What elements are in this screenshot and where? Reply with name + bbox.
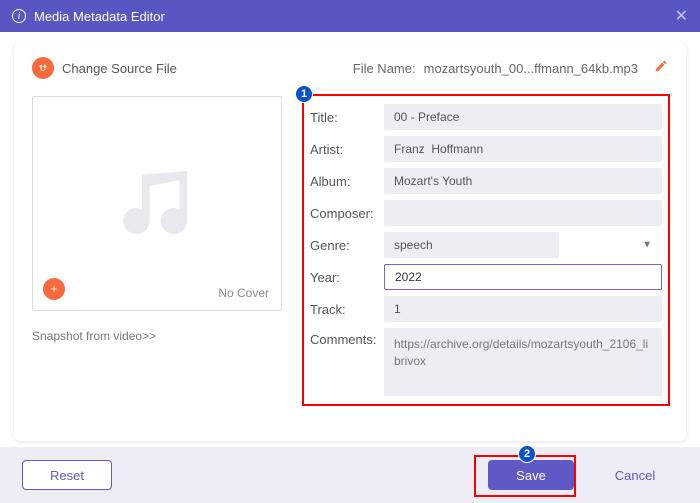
music-note-icon: [112, 156, 202, 251]
form-column: 1 Title: Artist: Album: Composer:: [304, 96, 668, 404]
track-label: Track:: [310, 302, 384, 317]
footer: Reset Save Cancel 2: [0, 447, 700, 503]
file-name-value: mozartsyouth_00...ffmann_64kb.mp3: [424, 61, 638, 76]
edit-filename-icon[interactable]: [654, 59, 668, 78]
cover-box: No Cover: [32, 96, 282, 311]
comments-label: Comments:: [310, 328, 384, 347]
chevron-down-icon: ▼: [642, 240, 652, 251]
file-name-label: File Name:: [353, 61, 416, 76]
genre-select[interactable]: [384, 232, 559, 258]
main-card: Change Source File File Name: mozartsyou…: [14, 42, 686, 441]
comments-input[interactable]: [384, 328, 662, 396]
artist-input[interactable]: [384, 136, 662, 162]
callout-2-badge: 2: [518, 445, 536, 463]
album-input[interactable]: [384, 168, 662, 194]
change-source-icon[interactable]: [32, 57, 54, 79]
close-icon[interactable]: ✕: [675, 6, 688, 26]
change-source-file[interactable]: Change Source File: [62, 61, 177, 76]
titlebar: i Media Metadata Editor ✕: [0, 0, 700, 32]
callout-1-badge: 1: [295, 85, 313, 103]
track-input[interactable]: [384, 296, 662, 322]
snapshot-link[interactable]: Snapshot from video>>: [32, 329, 282, 343]
album-label: Album:: [310, 174, 384, 189]
no-cover-label: No Cover: [218, 286, 269, 300]
cancel-button[interactable]: Cancel: [592, 460, 678, 490]
add-cover-button[interactable]: [43, 278, 65, 300]
top-row: Change Source File File Name: mozartsyou…: [32, 54, 668, 82]
info-icon: i: [12, 9, 26, 23]
year-input[interactable]: [384, 264, 662, 290]
year-label: Year:: [310, 270, 384, 285]
genre-label: Genre:: [310, 238, 384, 253]
composer-label: Composer:: [310, 206, 384, 221]
title-input[interactable]: [384, 104, 662, 130]
title-label: Title:: [310, 110, 384, 125]
composer-input[interactable]: [384, 200, 662, 226]
cover-column: No Cover Snapshot from video>>: [32, 96, 282, 404]
window-title: Media Metadata Editor: [34, 9, 165, 24]
artist-label: Artist:: [310, 142, 384, 157]
reset-button[interactable]: Reset: [22, 460, 112, 490]
save-button[interactable]: Save: [488, 460, 574, 490]
content: Change Source File File Name: mozartsyou…: [0, 32, 700, 503]
